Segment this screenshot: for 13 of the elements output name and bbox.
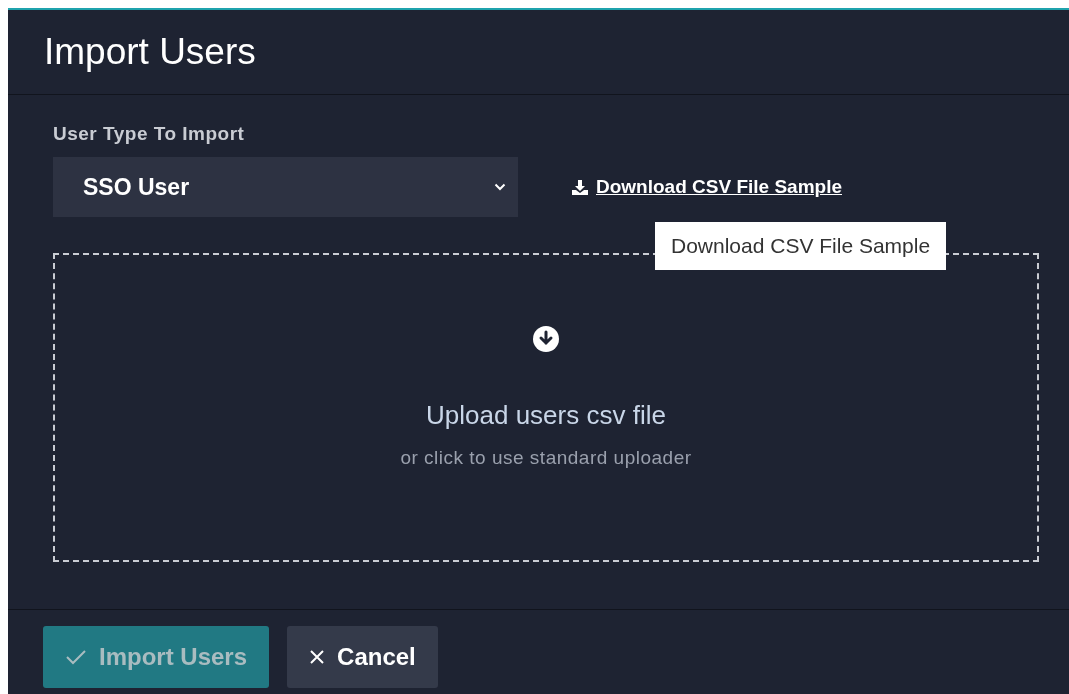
download-icon [572,179,588,195]
dropzone-title: Upload users csv file [426,400,666,431]
dropzone-hint: or click to use standard uploader [400,447,692,469]
field-label: User Type To Import [53,123,246,145]
cancel-button[interactable]: Cancel [287,626,438,688]
tooltip: Download CSV File Sample [655,222,947,270]
download-link[interactable]: Download CSV File Sample [572,176,842,198]
dialog-title: Import Users [44,31,256,73]
arrow-down-circle-icon [533,326,559,352]
user-type-select[interactable]: SSO User [53,157,518,217]
checkmark-icon [65,649,87,665]
chevron-down-icon [494,183,506,191]
close-icon [309,649,326,665]
